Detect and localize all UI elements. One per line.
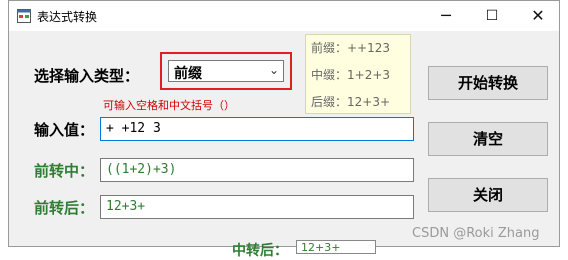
input-hint: 可输入空格和中文括号（） [103,99,235,112]
example-infix: 中缀：1+2+3 [311,68,391,82]
background-window-label: 中转后： [232,243,288,259]
maximize-button[interactable]: ☐ [469,1,515,31]
close-window-button[interactable]: ✕ [515,1,561,31]
prefix-to-postfix-label: 前转后： [34,199,95,217]
prefix-to-infix-field[interactable]: ((1+2)+3) [100,158,414,182]
input-value-label: 输入值： [34,121,95,139]
start-convert-button[interactable]: 开始转换 [428,66,548,100]
watermark-text: CSDN @Roki Zhang [412,226,540,241]
clear-button[interactable]: 清空 [428,122,548,156]
prefix-to-postfix-field[interactable]: 12+3+ [100,195,414,219]
chevron-down-icon[interactable]: ⌄ [269,63,279,77]
minimize-button[interactable]: ─ [423,1,469,31]
title-bar: 表达式转换 ─ ☐ ✕ [9,1,559,31]
input-type-highlight: 前缀 ⌄ [160,52,292,90]
input-value-field[interactable]: + +12 3 [100,117,414,141]
prefix-to-infix-label: 前转中： [34,162,95,180]
examples-panel: 前缀：++123 中缀：1+2+3 后缀：12+3+ [305,34,411,114]
example-postfix: 后缀：12+3+ [311,95,391,109]
input-type-value: 前缀 [174,66,202,82]
window-title: 表达式转换 [37,10,98,24]
example-prefix: 前缀：++123 [311,41,391,55]
app-form-icon [17,9,31,23]
input-type-dropdown[interactable]: 前缀 ⌄ [168,60,284,82]
close-button[interactable]: 关闭 [428,178,548,212]
converter-window: 表达式转换 ─ ☐ ✕ 选择输入类型： 前缀 ⌄ 可输入空格和中文括号（） 前缀… [8,0,560,247]
background-window-field: 12+3+ [296,240,376,254]
input-type-label: 选择输入类型： [34,67,140,85]
